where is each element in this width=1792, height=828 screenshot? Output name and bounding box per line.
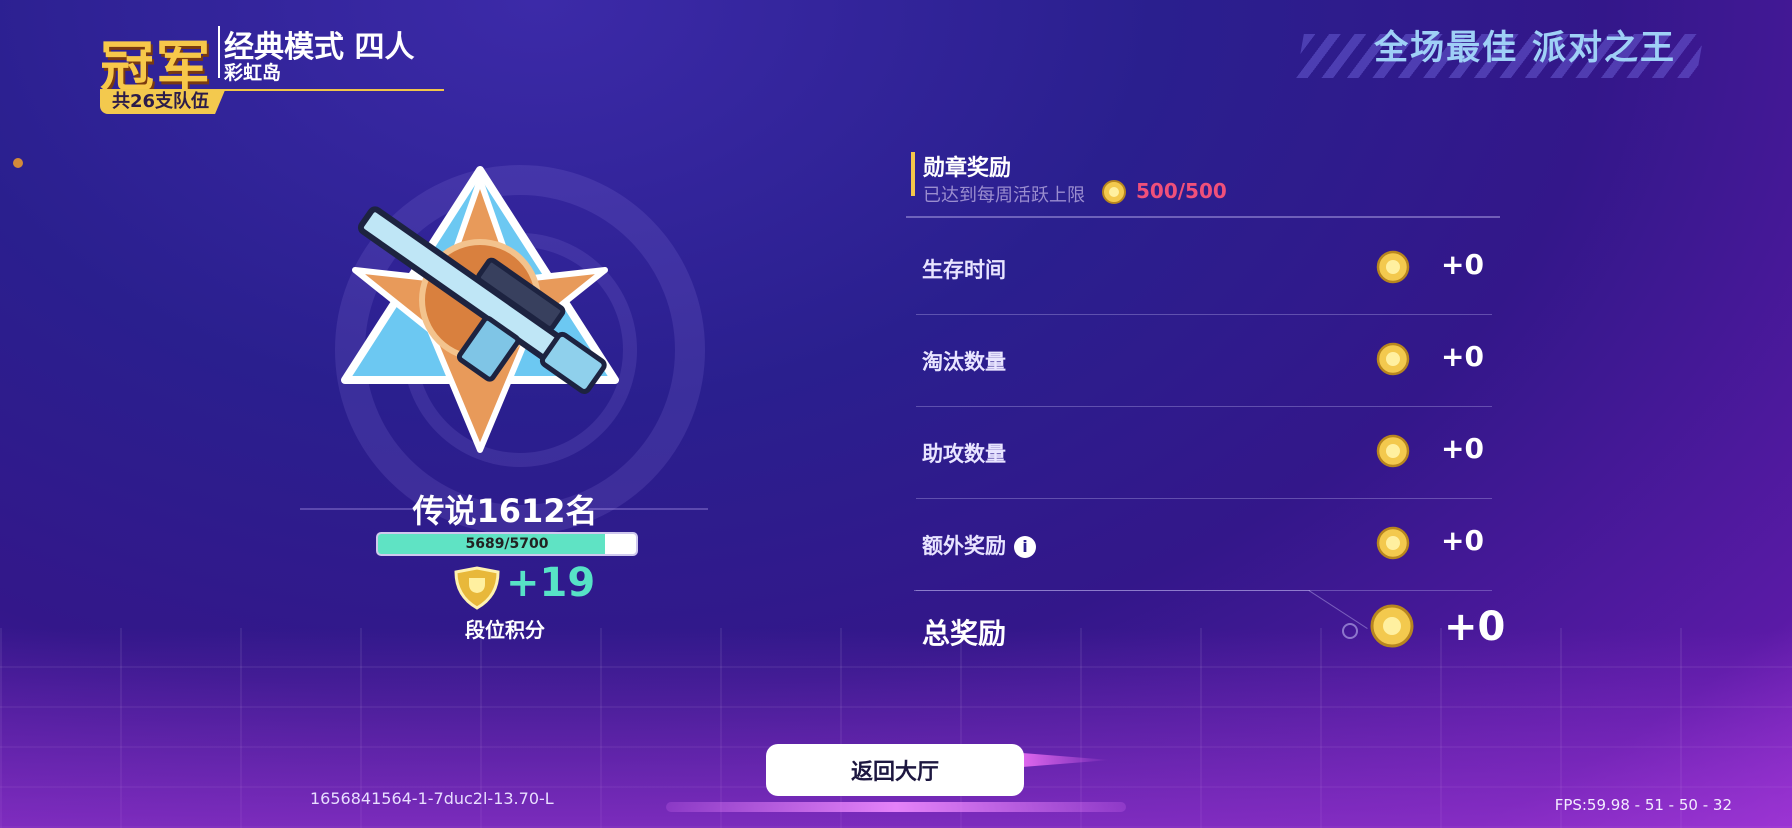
button-glow	[666, 802, 1126, 812]
total-node	[1342, 623, 1358, 639]
weekly-cap-text: 已达到每周活跃上限	[923, 185, 1085, 206]
fps-counter: FPS:59.98 - 51 - 50 - 32	[1554, 796, 1732, 814]
section-divider	[906, 216, 1500, 218]
rank-progress-bar: 5689/5700	[376, 532, 638, 556]
mvp-title: 全场最佳 派对之王	[1374, 28, 1676, 68]
total-divider-diagonal	[1308, 590, 1368, 629]
back-to-lobby-button[interactable]: 返回大厅	[766, 744, 1024, 796]
weekly-cap-value: 500/500	[1136, 179, 1227, 203]
info-icon[interactable]: i	[1014, 536, 1036, 558]
total-reward-value: +0	[1444, 604, 1506, 650]
coin-icon	[1370, 604, 1414, 648]
medal-reward-title: 勋章奖励	[923, 156, 1012, 181]
reward-row-label-text: 助攻数量	[922, 442, 1006, 466]
team-count-badge: 共26支队伍	[100, 90, 226, 114]
reward-row-value: +0	[1441, 524, 1484, 557]
coin-icon	[1376, 526, 1410, 560]
rank-points-label: 段位积分	[465, 618, 545, 642]
total-divider	[914, 590, 1310, 591]
rank-points: +19	[506, 560, 596, 606]
reward-row-value: +0	[1441, 248, 1484, 281]
coin-icon	[1376, 250, 1410, 284]
map-name: 彩虹岛	[224, 62, 282, 84]
coin-icon	[1376, 342, 1410, 376]
notification-dot	[13, 158, 23, 168]
reward-row: 生存时间 +0	[916, 222, 1492, 315]
reward-row-label: 淘汰数量	[922, 346, 1006, 376]
total-reward-label: 总奖励	[922, 617, 1007, 650]
build-id: 1656841564-1-7duc2l-13.70-L	[310, 789, 554, 808]
reward-row-value: +0	[1441, 432, 1484, 465]
grid-floor	[0, 628, 1792, 828]
rank-badge-icon	[341, 166, 619, 453]
section-accent	[911, 152, 915, 196]
reward-row: 淘汰数量 +0	[916, 314, 1492, 407]
trophy-shield-icon	[454, 566, 500, 610]
reward-row-label-text: 生存时间	[922, 258, 1006, 282]
reward-row-label: 额外奖励 i	[922, 530, 1036, 560]
reward-row-label-text: 淘汰数量	[922, 350, 1006, 374]
reward-row: 助攻数量 +0	[916, 406, 1492, 499]
header-divider	[218, 26, 220, 78]
reward-row-value: +0	[1441, 340, 1484, 373]
reward-row-label-text: 额外奖励	[922, 534, 1006, 558]
coin-icon	[1102, 180, 1126, 204]
reward-row-label: 助攻数量	[922, 438, 1006, 468]
reward-row: 额外奖励 i +0	[916, 498, 1492, 591]
coin-icon	[1376, 434, 1410, 468]
rank-progress-text: 5689/5700	[465, 536, 549, 552]
rank-label: 传说1612名	[412, 492, 598, 530]
reward-row-label: 生存时间	[922, 254, 1006, 284]
